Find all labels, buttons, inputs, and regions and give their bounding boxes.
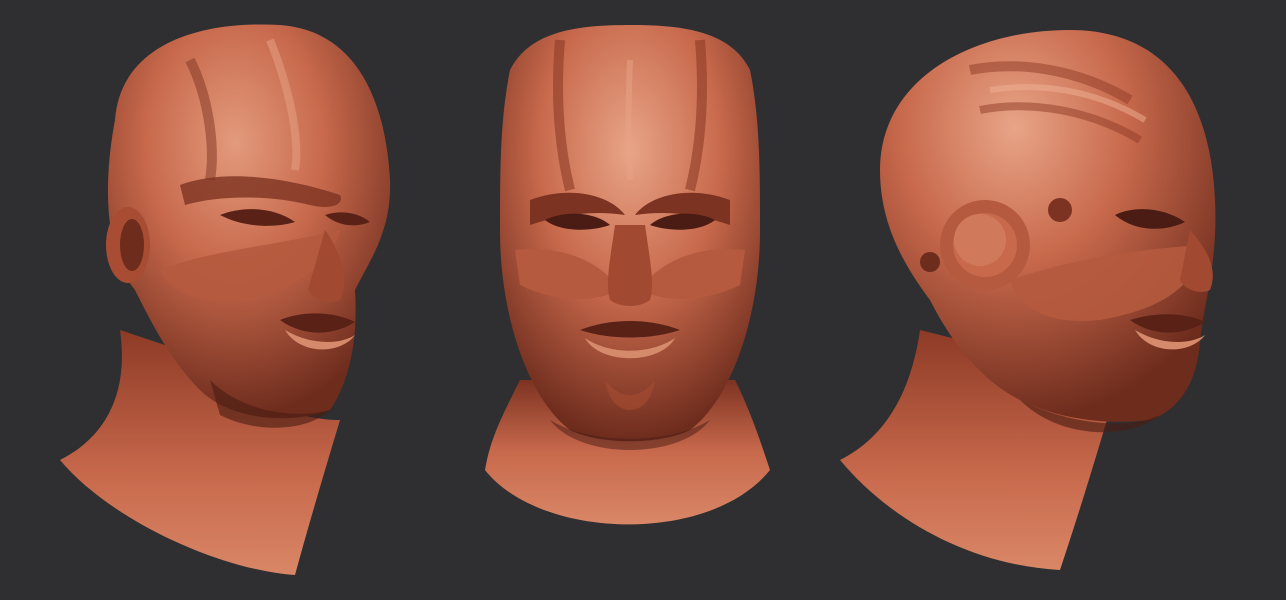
head-sculpt-left — [60, 24, 391, 575]
sculpt-view-three-quarter-left — [40, 0, 420, 600]
sculpt-view-three-quarter-right — [830, 0, 1250, 600]
sculpt-view-front — [460, 0, 800, 600]
head-sculpt-front — [485, 25, 770, 525]
render-viewport — [0, 0, 1286, 600]
head-sculpt-right — [840, 30, 1216, 570]
